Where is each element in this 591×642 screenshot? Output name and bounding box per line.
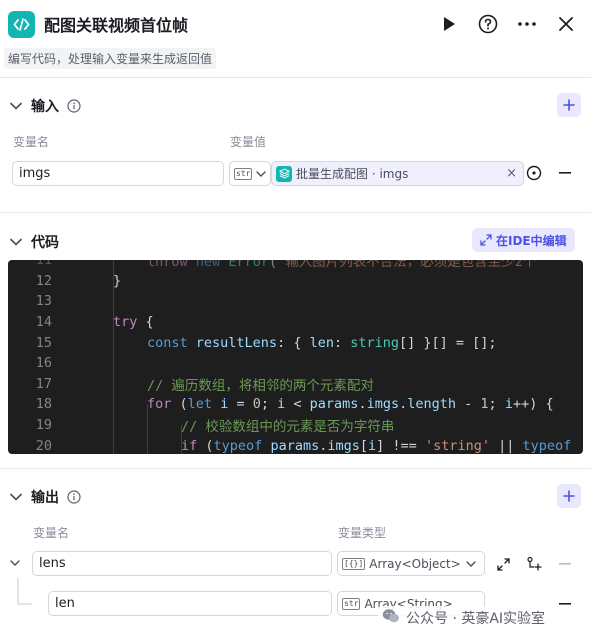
code-line: 12 } — [35, 272, 122, 289]
input-reference-value[interactable]: 批量生成配图 · imgs × — [271, 161, 524, 186]
info-icon[interactable] — [67, 99, 81, 113]
node-description[interactable]: 编写代码，处理输入变量来生成返回值 — [4, 48, 217, 69]
expand-icon[interactable] — [494, 555, 512, 573]
output-col-name-label: 变量名 — [33, 526, 70, 540]
variable-picker-icon[interactable] — [525, 164, 543, 182]
output-child-name-field[interactable]: len — [48, 591, 332, 616]
code-section-header[interactable]: 代码 — [9, 232, 59, 252]
remove-output-button[interactable] — [556, 555, 574, 573]
input-name-value: imgs — [19, 166, 51, 181]
input-section-header[interactable]: 输入 — [9, 96, 81, 116]
clear-icon[interactable]: × — [506, 166, 517, 181]
divider — [0, 468, 591, 469]
watermark: 公众号 · 英豪AI实验室 — [378, 606, 550, 630]
add-child-icon[interactable] — [525, 555, 543, 573]
code-line: 14 try { — [35, 314, 154, 331]
chevron-down-icon — [9, 490, 23, 504]
close-icon[interactable] — [555, 13, 577, 35]
output-type-value: Array<Object> — [369, 556, 461, 571]
input-col-name-label: 变量名 — [13, 135, 50, 149]
batch-node-icon — [276, 165, 292, 182]
add-output-button[interactable] — [557, 484, 581, 508]
more-icon[interactable] — [516, 13, 538, 35]
run-icon[interactable] — [438, 13, 460, 35]
output-child-name-value: len — [55, 596, 75, 611]
array-string-type-icon: str — [342, 597, 361, 610]
code-section-title: 代码 — [31, 235, 59, 251]
string-type-icon: str — [234, 167, 253, 180]
output-section-header[interactable]: 输出 — [9, 487, 81, 507]
output-name-value: lens — [39, 556, 66, 571]
divider — [0, 77, 591, 78]
input-col-value-label: 变量值 — [230, 135, 267, 149]
input-name-field[interactable]: imgs — [12, 161, 224, 186]
wechat-icon — [382, 608, 400, 628]
output-type-select[interactable]: [{}] Array<Object> — [337, 551, 485, 576]
code-node-icon — [8, 11, 35, 38]
code-line: 17 // 遍历数组，将相邻的两个元素配对 — [35, 375, 374, 394]
chevron-down-icon — [9, 99, 23, 113]
output-name-field[interactable]: lens — [32, 551, 332, 576]
code-line: 18 for (let i = 0; i < params.imgs.lengt… — [35, 396, 554, 413]
info-icon[interactable] — [67, 490, 81, 504]
chevron-down-icon — [9, 235, 23, 249]
code-line: 15 const resultLens: { len: string[] }[]… — [35, 334, 497, 351]
input-type-select[interactable]: str — [229, 161, 271, 186]
code-line: 11 throw new Error("输入图片列表不合法，必须是包含至少2个 — [35, 260, 537, 271]
add-input-button[interactable] — [557, 93, 581, 117]
remove-input-button[interactable] — [556, 164, 574, 182]
expand-icon — [480, 234, 492, 246]
remove-output-child-button[interactable] — [556, 595, 574, 613]
chevron-down-icon — [466, 560, 476, 567]
reference-label: 批量生成配图 · imgs — [296, 167, 409, 181]
node-header: 配图关联视频首位帧 — [0, 0, 591, 48]
array-object-type-icon: [{}] — [342, 557, 366, 570]
node-title[interactable]: 配图关联视频首位帧 — [44, 12, 188, 36]
code-line: 19 // 校验数组中的元素是否为字符串 — [35, 417, 395, 436]
code-editor[interactable]: 11 throw new Error("输入图片列表不合法，必须是包含至少2个 … — [8, 260, 583, 454]
output-col-type-label: 变量类型 — [338, 526, 387, 540]
description-text: 编写代码，处理输入变量来生成返回值 — [8, 52, 213, 66]
watermark-text: 公众号 · 英豪AI实验室 — [406, 611, 546, 627]
edit-in-ide-label: 在IDE中编辑 — [496, 233, 567, 248]
help-icon[interactable] — [477, 13, 499, 35]
divider — [0, 212, 591, 213]
code-line: 13 — [35, 293, 52, 310]
chevron-down-icon — [256, 170, 267, 177]
code-line: 20 if (typeof params.imgs[i] !== 'string… — [35, 437, 572, 454]
edit-in-ide-button[interactable]: 在IDE中编辑 — [472, 228, 575, 252]
output-section-title: 输出 — [31, 490, 59, 506]
input-section-title: 输入 — [31, 99, 59, 115]
code-line: 16 — [35, 355, 52, 372]
